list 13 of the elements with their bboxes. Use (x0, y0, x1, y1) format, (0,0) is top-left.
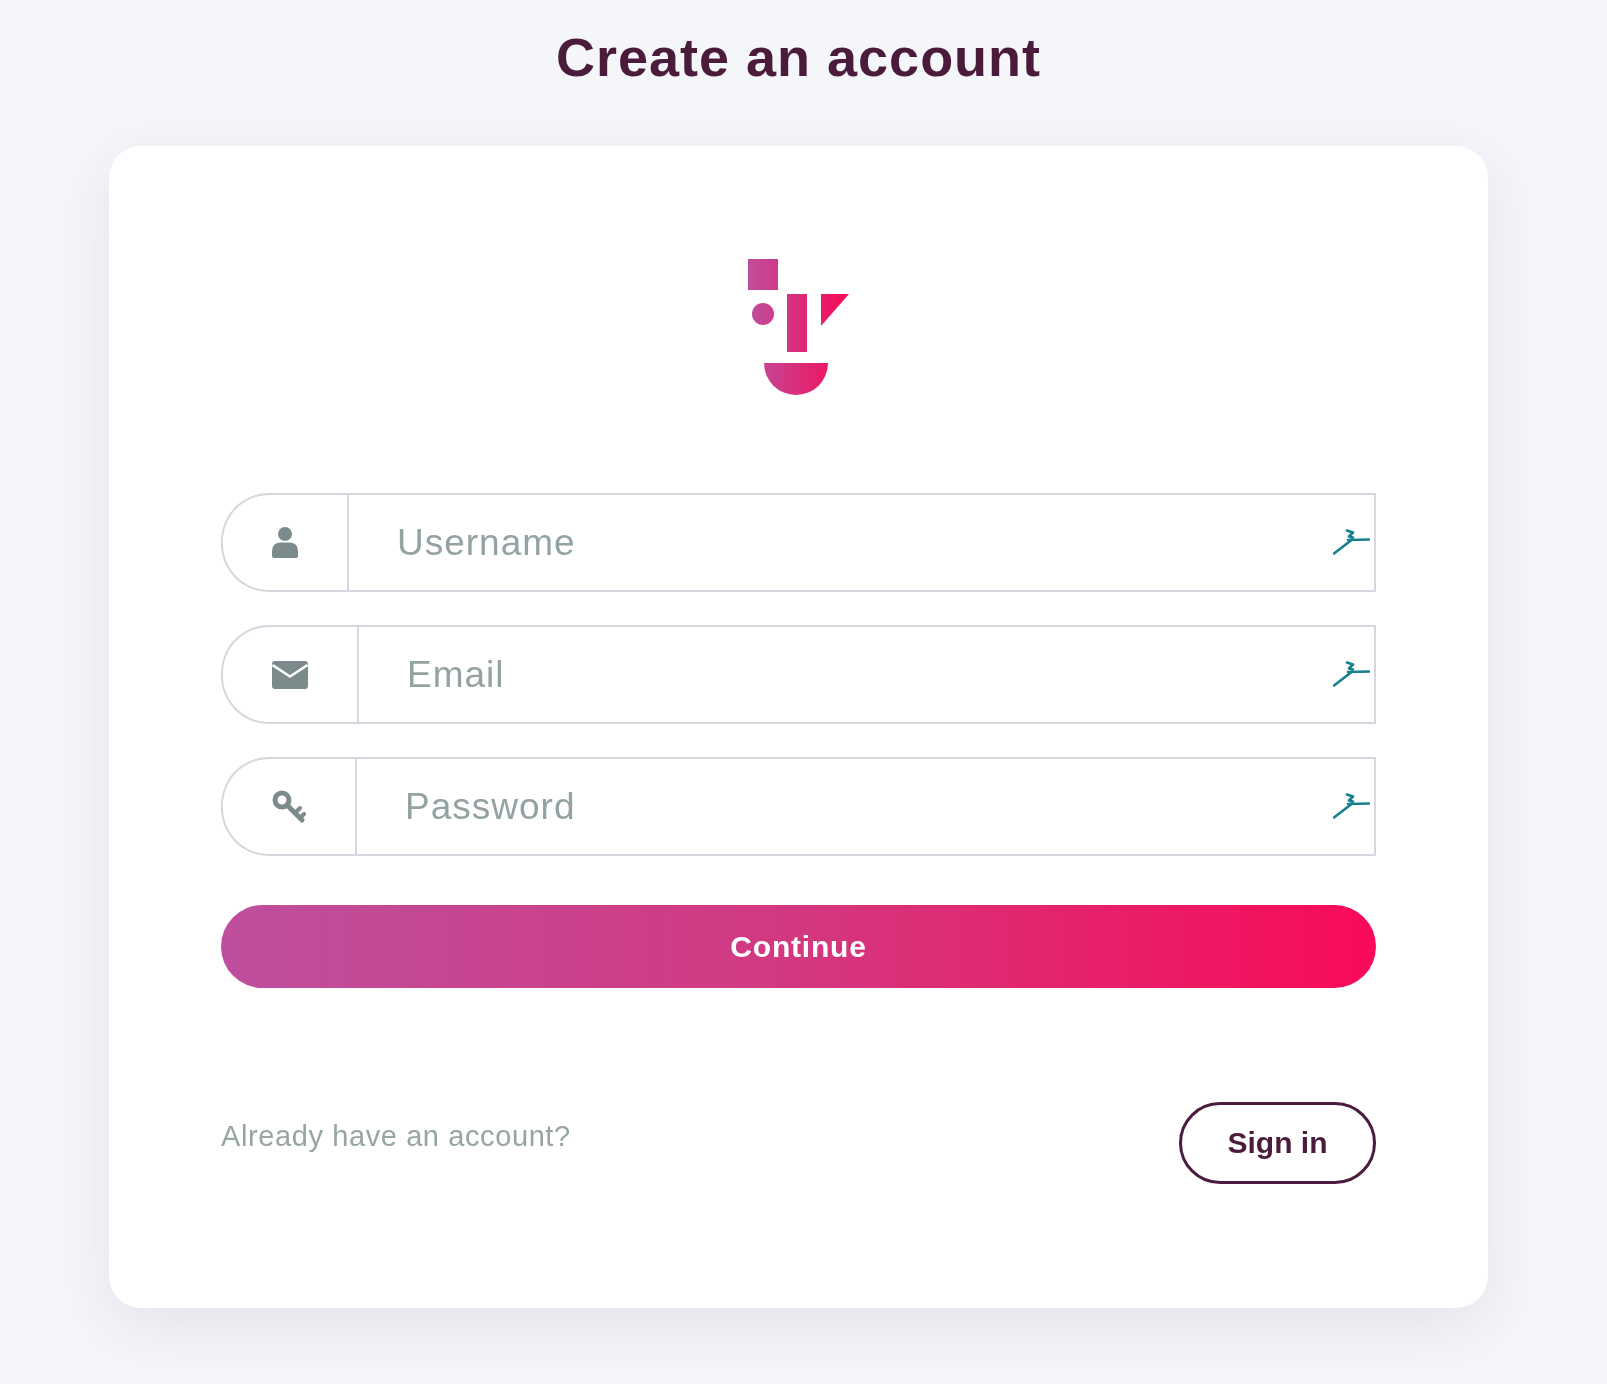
email-field[interactable]: Email (357, 625, 1376, 724)
key-icon (272, 789, 306, 824)
leaping-deer-icon[interactable] (1333, 661, 1370, 687)
person-icon (272, 527, 298, 558)
sign-in-prompt: Already have an account? (221, 1119, 571, 1154)
page-title: Create an account (554, 26, 1043, 89)
continue-button[interactable]: Continue (221, 905, 1376, 988)
leaping-deer-icon[interactable] (1333, 793, 1370, 819)
username-field[interactable]: Username (347, 493, 1376, 592)
envelope-icon (272, 660, 308, 689)
password-field[interactable]: Password (355, 757, 1376, 856)
sign-in-button[interactable]: Sign in (1179, 1102, 1376, 1184)
leaping-deer-icon[interactable] (1333, 529, 1370, 555)
